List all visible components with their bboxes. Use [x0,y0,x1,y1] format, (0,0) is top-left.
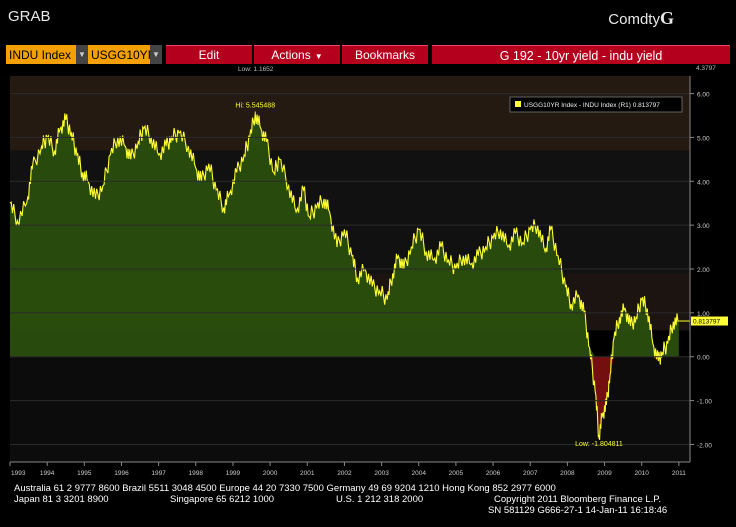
x-tick-label: 2004 [412,470,427,477]
x-tick-label: 1998 [189,470,204,477]
x-tick-label: 2000 [263,470,278,477]
footer-phones-line: Australia 61 2 9777 8600 Brazil 5511 304… [14,483,556,494]
y-tick-label: 0.00 [697,355,710,362]
top-right-label: 4.3797 [696,65,716,72]
footer-timestamp: SN 581129 G666-27-1 14-Jan-11 16:18:46 [488,505,668,516]
x-tick-label: 1999 [226,470,241,477]
x-tick-label: 2006 [486,470,501,477]
menu-actions[interactable]: Actions ▼ [254,45,340,65]
y-tick-label: 6.00 [697,92,710,99]
annotation-label: Low: -1.804811 [575,441,623,448]
security-1-dropdown-icon[interactable]: ▼ [76,45,88,65]
y-tick-label: 2.00 [697,267,710,274]
y-tick-label: 4.00 [697,179,710,186]
app-label: GRAB [8,8,51,25]
x-tick-label: 2010 [634,470,649,477]
x-tick-label: 1995 [77,470,92,477]
x-tick-label: 2001 [300,470,315,477]
footer-japan: Japan 81 3 3201 8900 [14,494,109,505]
menu-bookmarks-label: Bookmarks [354,48,416,62]
x-tick-label: 1997 [151,470,166,477]
chevron-down-icon: ▼ [314,52,323,61]
footer-singapore: Singapore 65 6212 1000 [170,494,275,505]
y-tick-label: 3.00 [697,223,710,230]
security-input-1[interactable]: INDU Index [6,45,76,65]
menu-edit-label: Edit [198,48,220,62]
security-2-dropdown-icon[interactable]: ▼ [150,45,162,65]
y-tick-label: -2.00 [697,442,712,449]
y-tick-label: -1.00 [697,399,712,406]
function-glyph: G [659,8,674,28]
menu-bookmarks[interactable]: Bookmarks [342,45,428,65]
function-label: ComdtyG [608,8,674,29]
annotation-label: Hi: 5.545488 [235,102,275,109]
function-label-text: Comdty [608,11,660,28]
y-tick-label: 5.00 [697,135,710,142]
x-tick-label: 2008 [560,470,575,477]
legend-label: USGG10YR Index - INDU Index (R1) 0.81379… [524,102,660,109]
chart-title-bar: G 192 - 10yr yield - indu yield [432,45,730,65]
x-tick-label: 1996 [114,470,129,477]
last-value-label: 0.813797 [693,319,720,326]
chart[interactable]: 6.005.004.003.002.001.000.00-1.00-2.0019… [6,64,730,480]
footer-us: U.S. 1 212 318 2000 [336,494,424,505]
x-tick-label: 2007 [523,470,538,477]
low-top-label: Low: 1.1652 [238,66,274,73]
x-tick-label: 1993 [11,470,26,477]
x-tick-label: 2011 [672,470,686,477]
x-tick-label: 2002 [337,470,352,477]
x-tick-label: 2003 [374,470,389,477]
upper-band [10,76,690,151]
menu-edit[interactable]: Edit [166,45,252,65]
footer-copyright: Copyright 2011 Bloomberg Finance L.P. [494,494,662,505]
toolbar: INDU Index ▼ USGG10YR ▼ Edit Actions ▼ Bo… [6,45,730,65]
x-tick-label: 2009 [597,470,612,477]
x-tick-label: 1994 [40,470,55,477]
x-tick-label: 2005 [449,470,464,477]
security-input-2[interactable]: USGG10YR [88,45,150,65]
menu-actions-label: Actions [271,48,311,62]
legend-swatch [515,101,521,107]
